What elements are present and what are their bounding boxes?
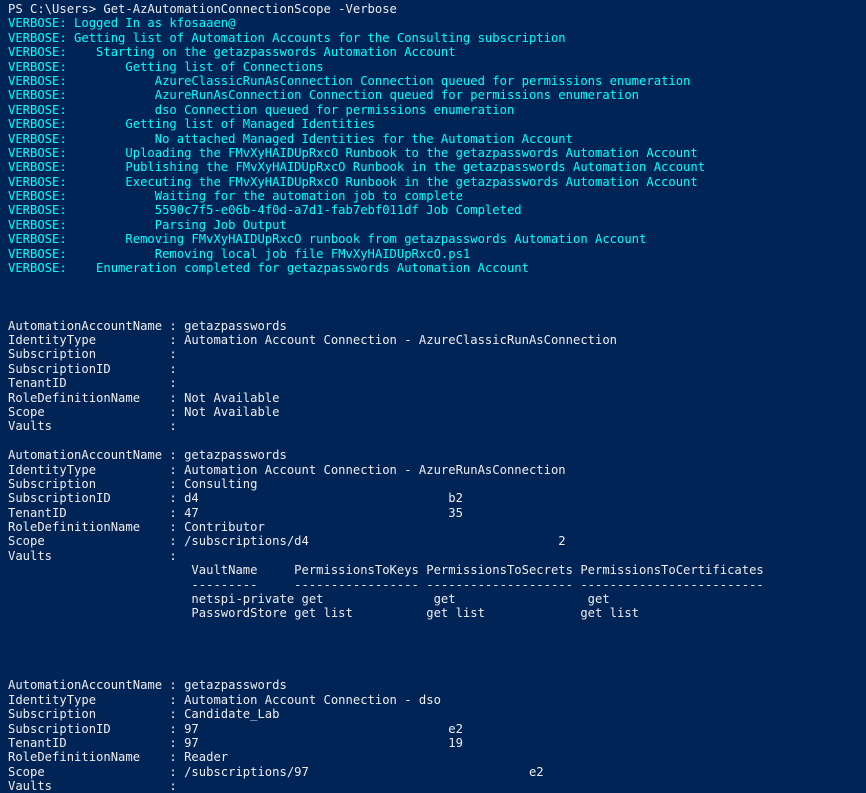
property-line: Subscription : Candidate_Lab [8, 707, 280, 722]
vault-table-header: VaultName PermissionsToKeys PermissionsT… [8, 563, 764, 578]
property-line: SubscriptionID : d4 b2 [8, 491, 463, 506]
vault-table-row: netspi-private get get get [8, 592, 610, 607]
vault-table-row: PasswordStore get list get list get list [8, 606, 640, 621]
property-line: AutomationAccountName : getazpasswords [8, 448, 287, 463]
property-line: SubscriptionID : [8, 361, 177, 376]
verbose-line: VERBOSE: Starting on the getazpasswords … [8, 45, 456, 60]
verbose-line: VERBOSE: AzureClassicRunAsConnection Con… [8, 73, 691, 88]
verbose-line: VERBOSE: Uploading the FMvXyHAIDUpRxcO R… [8, 145, 698, 160]
verbose-line: VERBOSE: AzureRunAsConnection Connection… [8, 88, 640, 103]
property-line: SubscriptionID : 97 e2 [8, 721, 463, 736]
verbose-line: VERBOSE: Logged In as kfosaaen@ [8, 16, 236, 31]
property-line: Vaults : [8, 419, 177, 434]
property-line: TenantID : [8, 376, 177, 391]
verbose-line: VERBOSE: dso Connection queued for permi… [8, 102, 515, 117]
property-line: Vaults : [8, 779, 177, 793]
property-line: Scope : /subscriptions/97 e2 [8, 764, 544, 779]
property-line: AutomationAccountName : getazpasswords [8, 678, 287, 693]
verbose-line: VERBOSE: Parsing Job Output [8, 217, 287, 232]
verbose-line: VERBOSE: Executing the FMvXyHAIDUpRxcO R… [8, 174, 698, 189]
property-line: RoleDefinitionName : Contributor [8, 520, 265, 535]
property-line: RoleDefinitionName : Not Available [8, 390, 280, 405]
property-line: IdentityType : Automation Account Connec… [8, 692, 441, 707]
property-line: TenantID : 47 35 [8, 505, 463, 520]
vault-table-separator: --------- ----------------- ------------… [8, 577, 764, 592]
output-block-runas: AutomationAccountName : getazpasswords I… [8, 448, 866, 621]
powershell-console[interactable]: PS C:\Users> Get-AzAutomationConnectionS… [0, 0, 866, 793]
property-line: Scope : Not Available [8, 404, 280, 419]
property-line: RoleDefinitionName : Reader [8, 750, 229, 765]
property-line: Scope : /subscriptions/d4 2 [8, 534, 566, 549]
property-line: Subscription : [8, 347, 177, 362]
output-block-classic-runas: AutomationAccountName : getazpasswords I… [8, 319, 866, 434]
property-line: IdentityType : Automation Account Connec… [8, 332, 618, 347]
verbose-line: VERBOSE: Getting list of Managed Identit… [8, 117, 375, 132]
verbose-line: VERBOSE: 5590c7f5-e06b-4f0d-a7d1-fab7ebf… [8, 203, 522, 218]
verbose-line: VERBOSE: Getting list of Connections [8, 59, 324, 74]
verbose-line: VERBOSE: Publishing the FMvXyHAIDUpRxcO … [8, 160, 706, 175]
verbose-line: VERBOSE: No attached Managed Identities … [8, 131, 573, 146]
property-line: TenantID : 97 19 [8, 735, 463, 750]
command-prompt-line: PS C:\Users> Get-AzAutomationConnectionS… [8, 2, 397, 16]
property-line: IdentityType : Automation Account Connec… [8, 462, 566, 477]
output-block-dso: AutomationAccountName : getazpasswords I… [8, 678, 866, 793]
verbose-line: VERBOSE: Removing local job file FMvXyHA… [8, 246, 471, 261]
verbose-line: VERBOSE: Waiting for the automation job … [8, 189, 463, 204]
verbose-output: VERBOSE: Logged In as kfosaaen@ VERBOSE:… [8, 16, 866, 275]
property-line: Vaults : [8, 548, 177, 563]
property-line: Subscription : Consulting [8, 476, 258, 491]
verbose-line: VERBOSE: Getting list of Automation Acco… [8, 30, 566, 45]
property-line: AutomationAccountName : getazpasswords [8, 318, 287, 333]
verbose-line: VERBOSE: Enumeration completed for getaz… [8, 261, 529, 276]
verbose-line: VERBOSE: Removing FMvXyHAIDUpRxcO runboo… [8, 232, 647, 247]
